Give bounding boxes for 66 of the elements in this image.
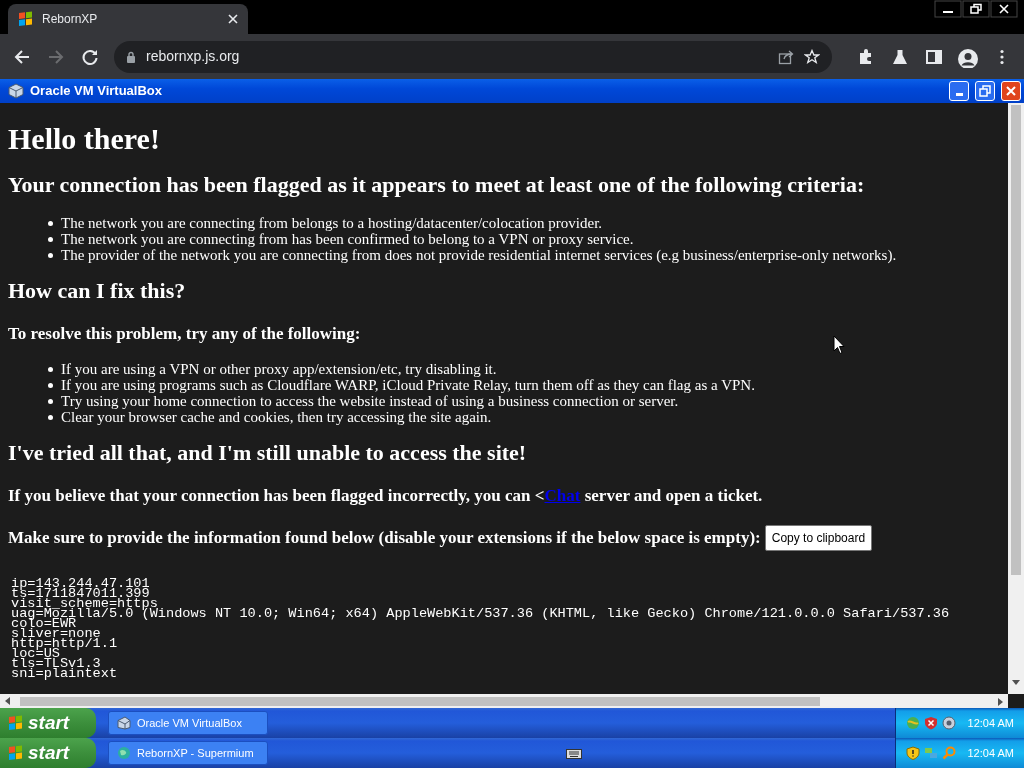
minimize-icon[interactable] <box>934 0 962 18</box>
reload-icon[interactable] <box>81 47 99 66</box>
minimize-icon <box>955 93 963 96</box>
paragraph: Make sure to provide the information found below (disable your extensions if the below space is empty): <box>8 527 761 549</box>
minimize-button[interactable] <box>949 81 969 101</box>
back-icon[interactable] <box>13 47 31 66</box>
list-item-text: Try using your home connection to access the website instead of using a business connection or server. <box>61 393 679 409</box>
taskbar-button[interactable]: RebornXP - Supermium <box>108 741 268 765</box>
windows-flag-icon <box>8 715 24 731</box>
bullet-icon <box>48 366 53 372</box>
page-heading: Hello there! <box>8 121 161 157</box>
close-icon <box>1005 85 1017 97</box>
shield-icon <box>905 746 920 760</box>
section-heading: How can I fix this? <box>8 277 187 305</box>
list-item-text: The network you are connecting from belongs to a hosting/datacenter/colocation provider. <box>61 215 603 231</box>
address-field[interactable]: rebornxp.js.org <box>114 40 832 73</box>
cube-icon <box>8 83 24 99</box>
clock: 12:04 AM <box>967 745 1014 761</box>
info-text: ip=143.244.47.101 ts=1711847011.399 visit_scheme=https uag=Mozilla/5.0 (Windows NT 10.0; Win64; x64) AppleWebKit/537.36 (KHTML, like Gecko) Chrome/121.0.0.0 Safari/537.36 colo=EWR sliver=none http=http/1.1 loc=US tls=TLSv1.3 sni=plaintext <box>11 579 951 679</box>
bullet-icon <box>48 252 53 258</box>
maximize-button[interactable] <box>975 81 995 101</box>
bullet-icon <box>48 220 53 226</box>
close-button[interactable] <box>1001 81 1021 101</box>
bullet-icon <box>48 414 53 420</box>
list-item-text: The network you are connecting from has been confirmed to belong to a VPN or proxy service. <box>61 231 634 247</box>
flask-icon[interactable] <box>891 47 909 66</box>
window-title: Oracle VM VirtualBox <box>30 82 163 101</box>
lock-icon <box>126 50 136 63</box>
taskbar-button[interactable]: Oracle VM VirtualBox <box>108 711 268 735</box>
windows-flag-icon <box>8 745 24 761</box>
list-item-text: If you are using a VPN or other proxy app/extension/etc, try disabling it. <box>61 361 497 377</box>
globe-icon <box>905 716 920 730</box>
scroll-down-icon[interactable] <box>1012 679 1020 686</box>
bullet-icon <box>48 382 53 388</box>
share-icon[interactable] <box>778 48 794 65</box>
scroll-right-icon[interactable] <box>998 697 1004 706</box>
section-heading: I've tried all that, and I'm still unable to access the site! <box>8 439 528 467</box>
horizontal-scrollbar[interactable] <box>0 694 1008 708</box>
maximize-icon <box>979 85 991 97</box>
keyboard-icon <box>566 747 583 760</box>
windows-flag-icon <box>18 11 34 27</box>
magnifier-icon <box>941 746 956 760</box>
cube-icon <box>117 716 131 730</box>
close-icon[interactable] <box>990 0 1018 18</box>
section-heading: Your connection has been flagged as it appears to meet at least one of the following criteria: <box>8 171 866 199</box>
list-item-text: The provider of the network you are connecting from does not provide residential internet services (e.g business/enterprise-only networks). <box>61 247 897 263</box>
copy-button[interactable]: Copy to clipboard <box>764 525 873 551</box>
star-icon[interactable] <box>804 48 820 65</box>
vertical-scrollbar[interactable] <box>1008 103 1024 694</box>
bullet-icon <box>48 398 53 404</box>
start-button[interactable]: start <box>0 708 96 738</box>
subheading: To resolve this problem, try any of the following: <box>8 323 362 345</box>
start-button[interactable]: start <box>0 738 96 768</box>
shield-icon <box>923 716 938 730</box>
restore-icon[interactable] <box>962 0 990 18</box>
list-item-text: If you are using programs such as Cloudflare WARP, iCloud Private Relay, turn them off as they can flag as a VPN. <box>61 377 755 393</box>
mouse-pointer-icon <box>833 335 845 355</box>
bullet-icon <box>48 236 53 242</box>
network-icon <box>923 746 938 760</box>
paragraph: If you believe that your connection has been flagged incorrectly, you can <Chat server and open a ticket. <box>8 485 764 507</box>
sidebar-icon[interactable] <box>925 47 943 66</box>
clock: 12:04 AM <box>967 715 1014 731</box>
globe-icon <box>117 746 131 760</box>
scroll-left-icon[interactable] <box>4 697 10 705</box>
browser-tab[interactable]: RebornXP <box>8 4 248 34</box>
list-item-text: Clear your browser cache and cookies, then try accessing the site again. <box>61 409 492 425</box>
